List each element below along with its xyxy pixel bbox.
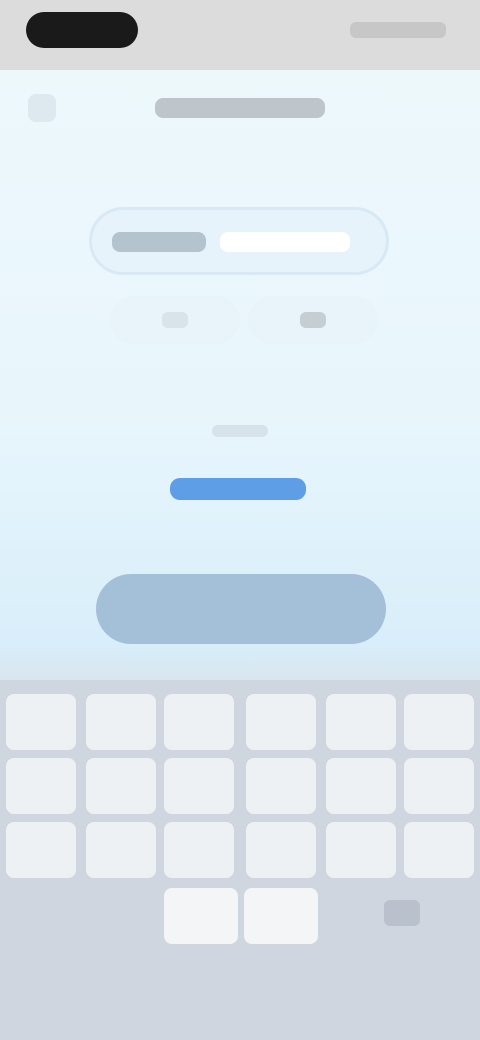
keyboard-key[interactable] [164,694,234,750]
phone-field[interactable] [92,210,386,272]
keyboard-key[interactable] [164,888,238,944]
keyboard-key[interactable] [404,694,474,750]
secondary-link[interactable] [170,478,306,500]
country-code-selector[interactable] [112,232,206,252]
keyboard-key[interactable] [6,694,76,750]
option-right-icon [300,312,326,328]
option-left-icon [162,312,188,328]
keyboard-key[interactable] [86,758,156,814]
status-time-pill [26,12,138,48]
keyboard-key[interactable] [246,694,316,750]
page-title [155,98,325,118]
keyboard-key[interactable] [246,758,316,814]
phone-input[interactable] [220,232,350,252]
primary-button[interactable] [96,574,386,644]
keyboard-key[interactable] [404,758,474,814]
status-icons [350,22,446,38]
chevron-left-icon[interactable] [28,94,56,122]
keyboard-key[interactable] [244,888,318,944]
keyboard-key[interactable] [326,822,396,878]
keyboard-key[interactable] [6,822,76,878]
keyboard-key[interactable] [164,822,234,878]
option-left[interactable] [110,296,240,344]
keyboard-key[interactable] [326,694,396,750]
keyboard-key[interactable] [404,822,474,878]
keyboard-key[interactable] [246,822,316,878]
backspace-icon[interactable] [384,900,420,926]
keyboard-key[interactable] [326,758,396,814]
hint-text [212,425,268,437]
status-bar [0,0,480,70]
option-right[interactable] [248,296,378,344]
keyboard-key[interactable] [6,758,76,814]
nav-bar [0,80,480,136]
keyboard-key[interactable] [86,822,156,878]
keyboard-key[interactable] [164,758,234,814]
keyboard-key[interactable] [86,694,156,750]
